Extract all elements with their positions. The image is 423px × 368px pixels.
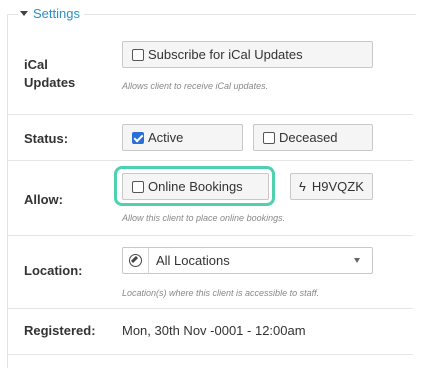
caret-down-icon	[20, 11, 28, 16]
ical-subscribe-button[interactable]: Subscribe for iCal Updates	[122, 41, 373, 68]
active-button[interactable]: Active	[122, 124, 243, 151]
location-selected-value: All Locations	[156, 253, 230, 268]
ical-label-text: iCal Updates	[24, 57, 76, 90]
ical-checkbox[interactable]	[132, 48, 144, 61]
deceased-checkbox[interactable]	[263, 131, 275, 144]
ical-checkbox-label: Subscribe for iCal Updates	[148, 47, 303, 62]
ical-help: Allows client to receive iCal updates.	[122, 81, 269, 91]
active-checkbox[interactable]	[132, 131, 144, 144]
dropdown-arrow-icon[interactable]	[354, 258, 360, 263]
settings-title: Settings	[33, 6, 80, 21]
location-label: Location:	[24, 263, 83, 278]
compass-icon	[129, 254, 142, 267]
ical-label: iCal Updates	[24, 56, 94, 92]
location-help: Location(s) where this client is accessi…	[122, 288, 320, 298]
registered-value: Mon, 30th Nov -0001 - 12:00am	[122, 323, 306, 338]
online-bookings-checkbox[interactable]	[132, 180, 144, 193]
registered-label: Registered:	[24, 323, 96, 338]
online-bookings-button[interactable]: Online Bookings	[122, 173, 269, 200]
location-select[interactable]: All Locations	[122, 247, 373, 274]
booking-code-button[interactable]: ϟ H9VQZK	[290, 173, 373, 200]
status-label: Status:	[24, 131, 69, 146]
deceased-button[interactable]: Deceased	[253, 124, 373, 151]
bolt-icon: ϟ	[299, 179, 306, 194]
online-bookings-label: Online Bookings	[148, 179, 243, 194]
location-icon-cell	[123, 248, 149, 273]
allow-help: Allow this client to place online bookin…	[122, 213, 286, 223]
settings-legend[interactable]: Settings	[18, 6, 84, 21]
booking-code: H9VQZK	[311, 179, 364, 194]
deceased-label: Deceased	[279, 130, 338, 145]
allow-label: Allow:	[24, 192, 63, 207]
active-label: Active	[148, 130, 184, 145]
